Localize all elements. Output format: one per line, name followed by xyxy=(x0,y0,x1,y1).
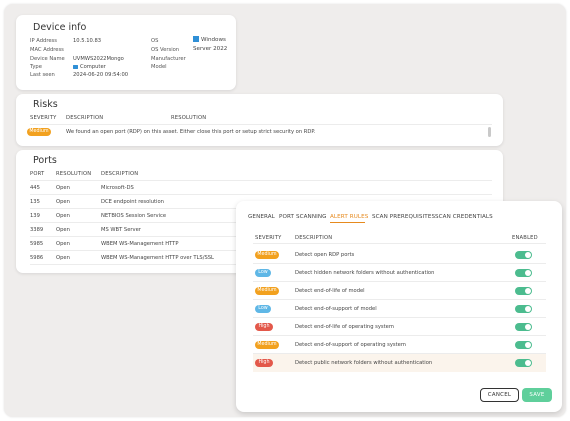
rule-enabled-toggle[interactable] xyxy=(515,269,532,277)
ports-header-divider xyxy=(30,180,492,181)
last-seen-label: Last seen xyxy=(30,72,55,78)
rule-severity-badge: Medium xyxy=(255,251,279,259)
rules-description-header: DESCRIPTION xyxy=(295,235,333,241)
port-resolution: Open xyxy=(56,241,70,247)
port-description: NETBIOS Session Service xyxy=(101,213,167,219)
save-button[interactable]: SAVE xyxy=(522,388,552,402)
rule-description: Detect hidden network folders without au… xyxy=(295,270,435,276)
port-description: WBEM WS-Management HTTP over TLS/SSL xyxy=(101,255,214,261)
alert-rule-row: Low Detect hidden network folders without… xyxy=(253,264,546,282)
port-number: 139 xyxy=(30,213,40,219)
risks-scrollbar[interactable] xyxy=(488,127,491,137)
port-description: MS WBT Server xyxy=(101,227,141,233)
active-tab-indicator xyxy=(330,222,365,223)
rule-severity-badge: Low xyxy=(255,269,271,277)
last-seen-value: 2024-06-20 09:54:00 xyxy=(73,72,129,78)
ports-title: Ports xyxy=(33,155,57,166)
rule-description: Detect end-of-life of model xyxy=(295,288,365,294)
rule-description: Detect open RDP ports xyxy=(295,252,355,258)
tab-scan-credentials[interactable]: SCAN CREDENTIALS xyxy=(435,214,493,220)
port-description: Microsoft-DS xyxy=(101,185,134,191)
type-label: Type xyxy=(30,64,42,70)
rule-enabled-toggle[interactable] xyxy=(515,251,532,259)
port-number: 3389 xyxy=(30,227,44,233)
tab-general[interactable]: GENERAL xyxy=(248,214,275,220)
manufacturer-label: Manufacturer xyxy=(151,56,186,62)
alert-rule-row: Medium Detect open RDP ports xyxy=(253,246,546,264)
alert-rule-row: Medium Detect end-of-life of model xyxy=(253,282,546,300)
ports-port-header: PORT xyxy=(30,171,45,177)
tab-alert-rules[interactable]: ALERT RULES xyxy=(330,214,368,220)
ip-address-label: IP Address xyxy=(30,38,57,44)
risk-severity-badge: Medium xyxy=(27,128,51,136)
port-resolution: Open xyxy=(56,185,70,191)
type-value: Computer xyxy=(73,64,106,70)
risks-header-divider xyxy=(30,124,492,125)
rule-description: Detect end-of-support of operating syste… xyxy=(295,342,406,348)
rule-severity-badge: Low xyxy=(255,305,271,313)
device-info-card: Device info IP Address 10.5.10.83 MAC Ad… xyxy=(16,15,236,90)
rule-severity-badge: High xyxy=(255,323,273,331)
rule-enabled-toggle[interactable] xyxy=(515,341,532,349)
alert-rule-row: Low Detect end-of-support of model xyxy=(253,300,546,318)
os-value: Windows xyxy=(201,37,226,43)
ip-address-value: 10.5.10.83 xyxy=(73,38,102,44)
port-number: 445 xyxy=(30,185,40,191)
rule-enabled-toggle[interactable] xyxy=(515,287,532,295)
rules-header-divider xyxy=(253,243,546,244)
port-number: 135 xyxy=(30,199,40,205)
cancel-button[interactable]: CANCEL xyxy=(480,388,519,402)
rule-enabled-toggle[interactable] xyxy=(515,305,532,313)
risks-card: Risks SEVERITY DESCRIPTION RESOLUTION Me… xyxy=(16,94,503,146)
device-name-value: UVMWS2022Mongo xyxy=(73,56,124,62)
computer-icon xyxy=(73,64,78,69)
model-label: Model xyxy=(151,64,167,70)
rules-severity-header: SEVERITY xyxy=(255,235,282,241)
port-row-divider xyxy=(30,194,492,195)
rule-description: Detect end-of-life of operating system xyxy=(295,324,394,330)
device-name-label: Device Name xyxy=(30,56,65,62)
risks-description-header: DESCRIPTION xyxy=(66,115,104,121)
os-label: OS xyxy=(151,38,159,44)
port-description: WBEM WS-Management HTTP xyxy=(101,241,179,247)
os-version-label: OS Version xyxy=(151,47,180,53)
risks-resolution-header: RESOLUTION xyxy=(171,115,207,121)
ports-resolution-header: RESOLUTION xyxy=(56,171,92,177)
rule-description: Detect end-of-support of model xyxy=(295,306,377,312)
port-resolution: Open xyxy=(56,199,70,205)
ports-description-header: DESCRIPTION xyxy=(101,171,139,177)
rule-severity-badge: High xyxy=(255,359,273,367)
rules-enabled-header: ENABLED xyxy=(512,235,538,241)
rule-severity-badge: Medium xyxy=(255,341,279,349)
port-number: 5986 xyxy=(30,255,44,261)
alert-rule-row: High Detect end-of-life of operating syst… xyxy=(253,318,546,336)
rule-severity-badge: Medium xyxy=(255,287,279,295)
app-background: Device info IP Address 10.5.10.83 MAC Ad… xyxy=(4,4,566,417)
port-description: DCE endpoint resolution xyxy=(101,199,164,205)
rule-enabled-toggle[interactable] xyxy=(515,359,532,367)
tab-scan-prerequisites[interactable]: SCAN PREREQUISITES xyxy=(372,214,435,220)
port-resolution: Open xyxy=(56,227,70,233)
type-value-text: Computer xyxy=(80,64,106,70)
rule-description: Detect public network folders without au… xyxy=(295,360,433,366)
port-resolution: Open xyxy=(56,255,70,261)
rule-enabled-toggle[interactable] xyxy=(515,323,532,331)
tab-port-scanning[interactable]: PORT SCANNING xyxy=(279,214,327,220)
mac-address-label: MAC Address xyxy=(30,47,64,53)
os-version-value: Server 2022 xyxy=(193,46,228,52)
risk-description: We found an open port (RDP) on this asse… xyxy=(66,129,316,135)
risks-severity-header: SEVERITY xyxy=(30,115,57,121)
device-info-title: Device info xyxy=(33,22,87,33)
risks-title: Risks xyxy=(33,99,58,110)
alert-rules-modal: GENERAL PORT SCANNING ALERT RULES SCAN P… xyxy=(236,201,562,412)
alert-rule-row: High Detect public network folders withou… xyxy=(253,354,546,372)
port-number: 5985 xyxy=(30,241,44,247)
alert-rule-row: Medium Detect end-of-support of operating… xyxy=(253,336,546,354)
port-resolution: Open xyxy=(56,213,70,219)
windows-icon xyxy=(193,36,199,42)
